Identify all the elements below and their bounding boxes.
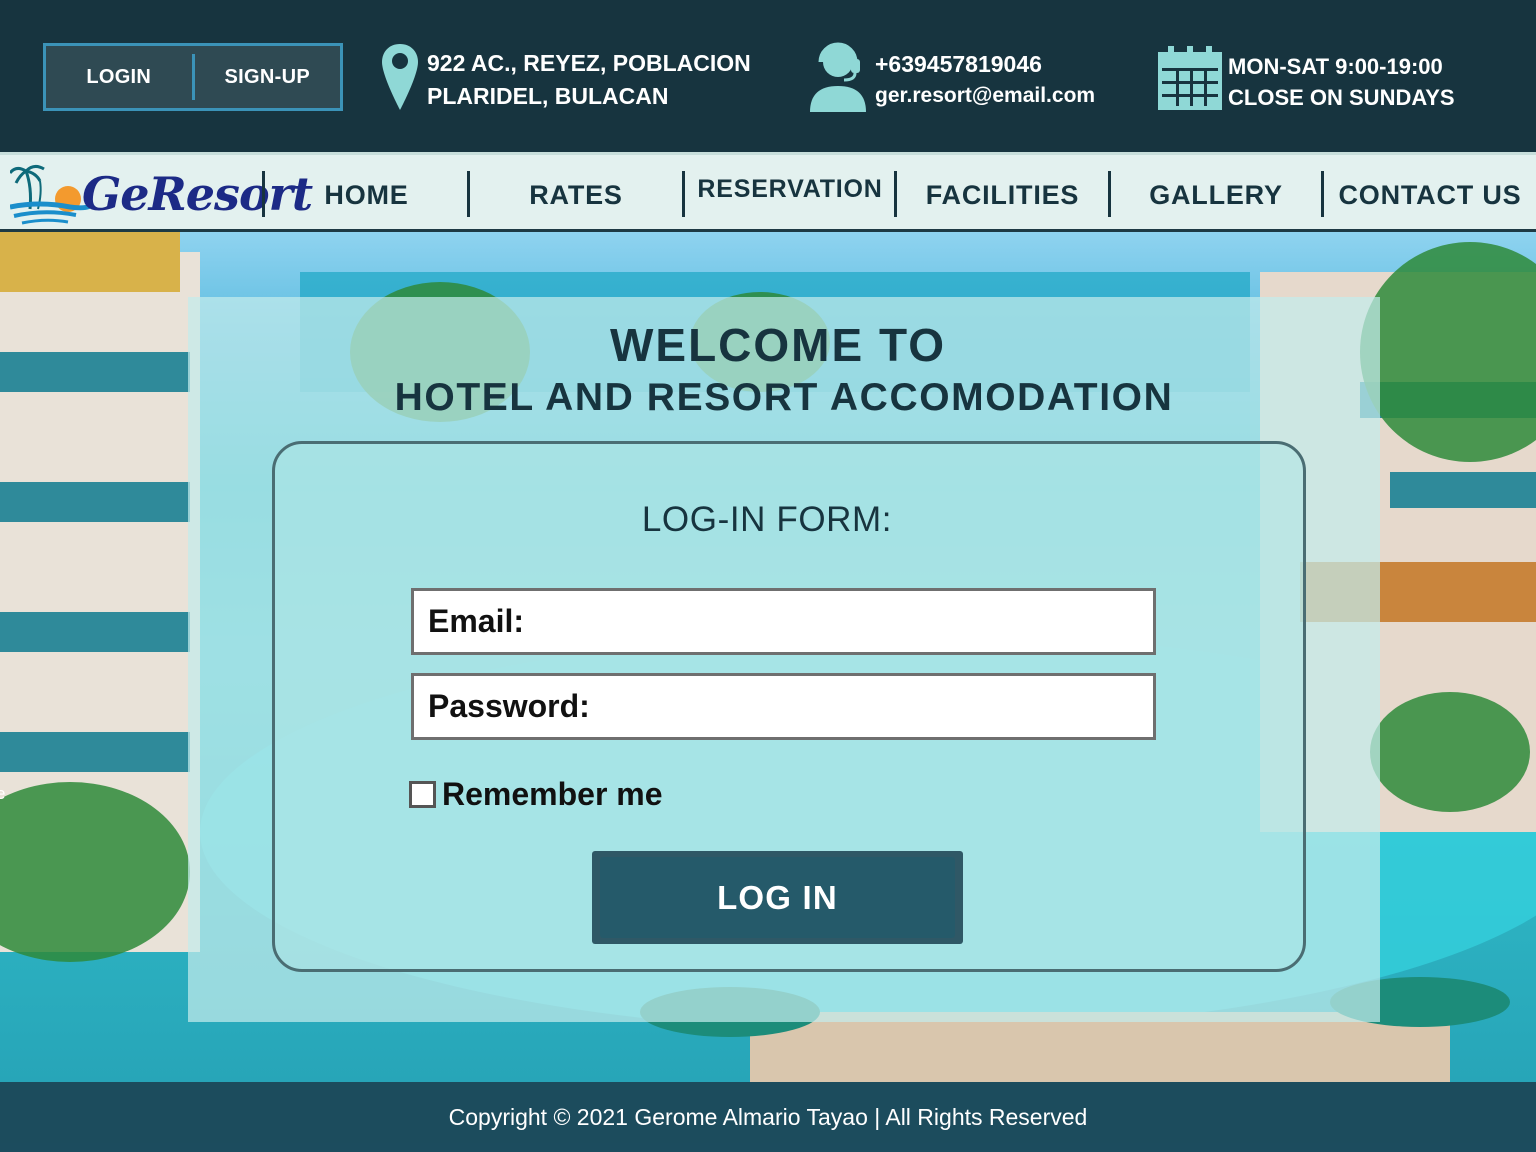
nav-reservation[interactable]: RESERVATION (685, 161, 895, 217)
nav-rates[interactable]: RATES (470, 167, 682, 223)
log-in-button[interactable]: LOG IN (592, 851, 963, 944)
nav-contact-us[interactable]: CONTACT US (1324, 167, 1536, 223)
remember-me-checkbox[interactable] (409, 781, 436, 808)
address-line-2: PLARIDEL, BULACAN (427, 83, 669, 109)
map-pin-icon (380, 42, 420, 117)
nav-home[interactable]: HOME (265, 167, 468, 223)
top-info-bar: LOGIN SIGN-UP 922 AC., REYEZ, POBLACION … (0, 0, 1536, 152)
welcome-heading: WELCOME TO (609, 319, 947, 371)
log-in-button-label[interactable]: LOG IN (600, 857, 955, 938)
edge-text-fragment: e (0, 784, 6, 803)
opening-hours: MON-SAT 9:00-19:00 (1228, 54, 1443, 79)
phone-number[interactable]: +639457819046 (875, 48, 1095, 81)
footer: Copyright © 2021 Gerome Almario Tayao | … (0, 1082, 1536, 1152)
password-input[interactable] (589, 676, 1153, 737)
hours-block: MON-SAT 9:00-19:00 CLOSE ON SUNDAYS (1228, 51, 1455, 113)
calendar-icon (1156, 44, 1224, 117)
auth-buttons: LOGIN SIGN-UP (43, 43, 343, 111)
main-navigation: GeResort HOME RATES RESERVATION FACILITI… (0, 152, 1536, 232)
remember-me-label[interactable]: Remember me (442, 776, 663, 813)
remember-me-row[interactable]: Remember me (409, 776, 663, 813)
closed-days: CLOSE ON SUNDAYS (1228, 85, 1455, 110)
email-label: Email: (428, 603, 525, 639)
password-label: Password: (428, 688, 590, 724)
address-line-1: 922 AC., REYEZ, POBLACION (427, 50, 751, 76)
palm-sun-logo-icon (10, 164, 90, 225)
email-field[interactable]: Email: (411, 588, 1156, 655)
address-block: 922 AC., REYEZ, POBLACION PLARIDEL, BULA… (427, 47, 751, 113)
site-logo[interactable]: GeResort (10, 161, 313, 227)
welcome-subheading: HOTEL AND RESORT ACCOMODATION (394, 376, 1174, 419)
copyright-text: Copyright © 2021 Gerome Almario Tayao | … (448, 1103, 1088, 1130)
login-form-title: LOG-IN FORM: (641, 500, 893, 539)
nav-facilities[interactable]: FACILITIES (897, 167, 1108, 223)
login-button[interactable]: LOGIN (46, 46, 192, 108)
contact-block: +639457819046 ger.resort@email.com (875, 48, 1095, 111)
nav-gallery[interactable]: GALLERY (1111, 167, 1321, 223)
signup-button[interactable]: SIGN-UP (195, 46, 341, 108)
email-input[interactable] (524, 591, 1153, 652)
headset-icon (808, 42, 868, 117)
password-field[interactable]: Password: (411, 673, 1156, 740)
email-address[interactable]: ger.resort@email.com (875, 81, 1095, 111)
